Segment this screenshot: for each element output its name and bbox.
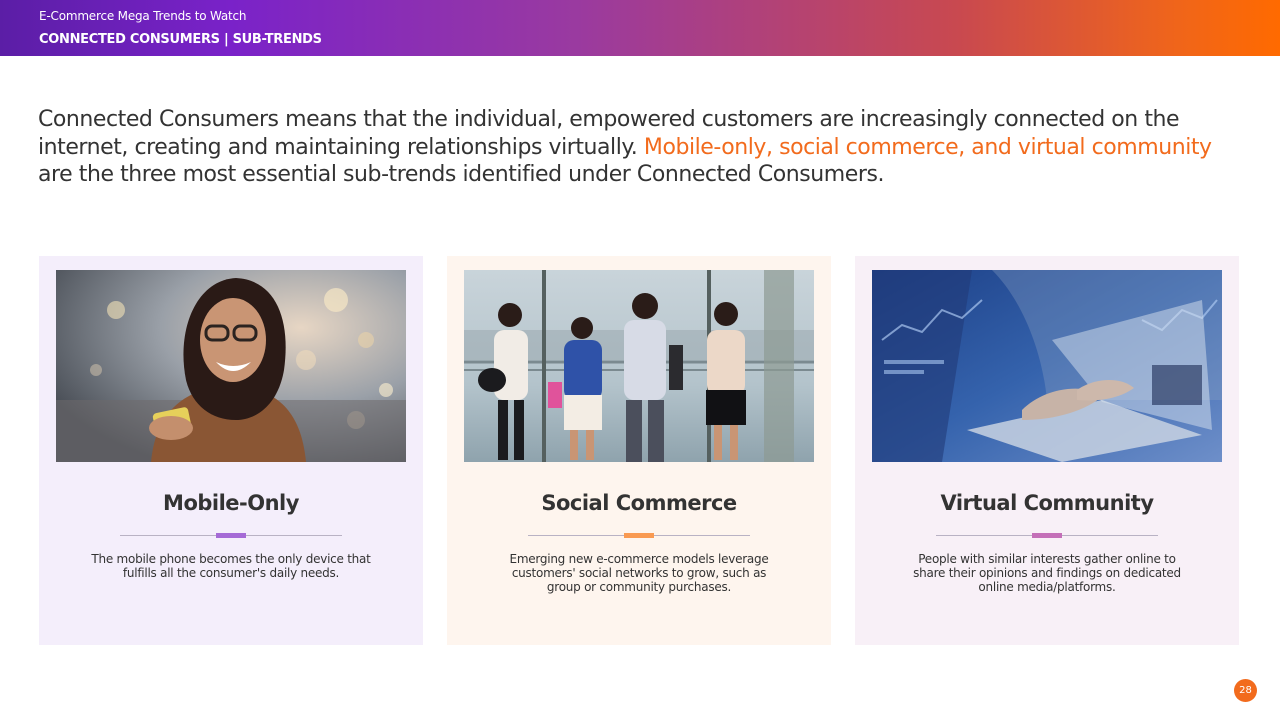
- card-title: Mobile-Only: [163, 491, 299, 515]
- intro-highlight: Mobile-only, social commerce, and virtua…: [643, 134, 1212, 160]
- deck-title: E-Commerce Mega Trends to Watch: [39, 9, 247, 23]
- divider-accent: [216, 533, 246, 538]
- card-divider: [528, 533, 750, 538]
- woman-smiling-with-phone-photo: [56, 270, 406, 462]
- hands-typing-laptop-photo: [872, 270, 1222, 462]
- section-title: CONNECTED CONSUMERS | SUB-TRENDS: [39, 32, 322, 47]
- card-description: The mobile phone becomes the only device…: [91, 552, 371, 580]
- intro-text-end: are the three most essential sub-trends …: [38, 162, 885, 187]
- divider-accent: [624, 533, 654, 538]
- card-description: People with similar interests gather onl…: [913, 552, 1181, 594]
- card-divider: [120, 533, 342, 538]
- card-mobile-only: Mobile-Only The mobile phone becomes the…: [39, 256, 423, 645]
- card-title: Social Commerce: [541, 491, 737, 515]
- card-title: Virtual Community: [940, 491, 1154, 515]
- card-social-commerce: Social Commerce Emerging new e-commerce …: [447, 256, 831, 645]
- card-description: Emerging new e-commerce models leverage …: [509, 552, 769, 594]
- slide-header: E-Commerce Mega Trends to Watch CONNECTE…: [0, 0, 1280, 56]
- card-divider: [936, 533, 1158, 538]
- page-number-badge: 28: [1234, 679, 1257, 702]
- divider-accent: [1032, 533, 1062, 538]
- card-virtual-community: Virtual Community People with similar in…: [855, 256, 1239, 645]
- people-looking-at-phones-photo: [464, 270, 814, 462]
- intro-paragraph: Connected Consumers means that the indiv…: [38, 106, 1248, 189]
